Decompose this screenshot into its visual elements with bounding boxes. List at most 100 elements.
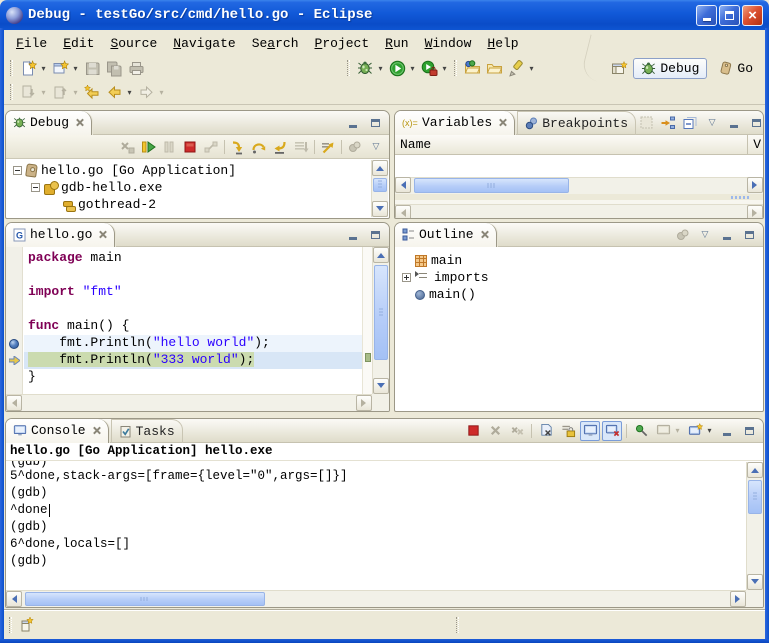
pin-console-button[interactable] — [631, 421, 651, 441]
debug-options-icon[interactable] — [345, 137, 365, 157]
perspective-go-button[interactable]: Go — [710, 58, 761, 79]
tab-close-icon[interactable] — [75, 118, 84, 127]
show-logical-structure-button[interactable] — [658, 113, 678, 133]
debug-button[interactable] — [354, 57, 376, 79]
code-line[interactable]: func main() { — [24, 318, 362, 335]
toolbar-grip[interactable] — [10, 60, 13, 76]
toolbar-grip[interactable] — [454, 60, 457, 76]
open-file-button[interactable] — [483, 57, 505, 79]
previous-annotation-button[interactable] — [49, 81, 71, 103]
tab-console[interactable]: Console — [6, 419, 109, 443]
tab-breakpoints[interactable]: Breakpoints — [517, 111, 636, 135]
outline-item[interactable]: main — [396, 252, 762, 269]
terminate-button[interactable] — [180, 137, 200, 157]
step-return-button[interactable] — [270, 137, 290, 157]
variables-hscrollbar[interactable] — [395, 177, 763, 194]
save-all-button[interactable] — [103, 57, 125, 79]
tab-close-icon[interactable] — [480, 230, 489, 239]
forward-button[interactable] — [135, 81, 157, 103]
editor-ruler[interactable] — [6, 247, 23, 394]
view-menu-icon[interactable]: ▽ — [695, 225, 715, 245]
back-button[interactable] — [103, 81, 125, 103]
view-minimize-button[interactable] — [717, 421, 737, 441]
debug-tree-item[interactable] — [7, 213, 371, 217]
remove-launch-button[interactable] — [485, 421, 505, 441]
menu-item-help[interactable]: Help — [479, 33, 526, 54]
view-menu-icon[interactable]: ▽ — [702, 113, 722, 133]
editor-code[interactable]: package mainimport "fmt"func main() { fm… — [24, 247, 362, 394]
view-maximize-button[interactable] — [739, 225, 759, 245]
next-annotation-button[interactable] — [17, 81, 39, 103]
tab-close-icon[interactable] — [92, 426, 101, 435]
menu-item-source[interactable]: Source — [102, 33, 165, 54]
view-minimize-button[interactable] — [343, 225, 363, 245]
open-go-file-button[interactable] — [461, 57, 483, 79]
debug-tree-item[interactable]: gothread-2 — [7, 196, 371, 213]
expander-icon[interactable] — [31, 183, 40, 192]
new-wizard-button[interactable] — [49, 57, 71, 79]
debug-tree-item[interactable]: gdb-hello.exe — [7, 179, 371, 196]
outline-item[interactable]: main() — [396, 286, 762, 303]
code-line[interactable] — [24, 301, 362, 318]
tab-close-icon[interactable] — [98, 230, 107, 239]
instruction-pointer-marker[interactable] — [6, 352, 22, 369]
menu-item-run[interactable]: Run — [377, 33, 416, 54]
code-line[interactable]: fmt.Println("333 world"); — [24, 352, 362, 369]
view-maximize-button[interactable] — [365, 113, 385, 133]
tab-outline[interactable]: Outline — [395, 223, 497, 247]
open-perspective-button[interactable] — [608, 57, 630, 79]
scroll-lock-button[interactable] — [558, 421, 578, 441]
external-tools-button[interactable] — [418, 57, 440, 79]
tab-close-icon[interactable] — [498, 118, 507, 127]
clear-console-button[interactable] — [536, 421, 556, 441]
tab-tasks[interactable]: Tasks — [111, 419, 183, 443]
save-button[interactable] — [81, 57, 103, 79]
close-button[interactable]: × — [742, 5, 763, 26]
run-button[interactable] — [386, 57, 408, 79]
drop-to-frame-button[interactable] — [291, 137, 311, 157]
minimize-button[interactable] — [696, 5, 717, 26]
toolbar-grip[interactable] — [10, 84, 13, 100]
back-dropdown-icon[interactable]: ▾ — [125, 88, 134, 97]
column-name[interactable]: Name — [400, 137, 431, 152]
print-button[interactable] — [125, 57, 147, 79]
suspend-button[interactable] — [159, 137, 179, 157]
console-hscrollbar[interactable] — [6, 590, 746, 607]
highlighter-dropdown-icon[interactable]: ▾ — [527, 64, 536, 73]
expander-icon[interactable] — [402, 273, 411, 282]
perspective-debug-button[interactable]: Debug — [633, 58, 707, 79]
code-line[interactable]: package main — [24, 250, 362, 267]
menu-item-window[interactable]: Window — [417, 33, 480, 54]
step-into-button[interactable] — [228, 137, 248, 157]
view-minimize-button[interactable] — [717, 225, 737, 245]
column-value[interactable]: V — [747, 135, 763, 154]
use-step-filters-button[interactable] — [318, 137, 338, 157]
tab-hello-go[interactable]: G hello.go — [6, 223, 115, 247]
disconnect-button[interactable] — [201, 137, 221, 157]
view-maximize-button[interactable] — [739, 421, 759, 441]
variables-column-header[interactable]: Name V — [395, 135, 763, 155]
last-edit-location-button[interactable] — [81, 81, 103, 103]
remove-all-terminated-button[interactable] — [117, 137, 137, 157]
fast-view-button[interactable] — [17, 615, 37, 635]
console-output[interactable]: (gdb)5^done,stack-args=[frame={level="0"… — [6, 461, 746, 590]
resume-button[interactable] — [138, 137, 158, 157]
step-over-button[interactable] — [249, 137, 269, 157]
outline-item[interactable]: imports — [396, 269, 762, 286]
breakpoint-marker[interactable] — [6, 335, 22, 352]
variables-detail-pane[interactable] — [395, 200, 763, 219]
console-vscrollbar[interactable] — [746, 462, 763, 590]
tab-variables[interactable]: (x)= Variables — [395, 111, 515, 135]
debug-tree-scrollbar[interactable] — [371, 160, 388, 217]
remove-all-terminated-launches-button[interactable] — [507, 421, 527, 441]
editor-hscrollbar[interactable] — [6, 394, 372, 411]
editor-vscrollbar[interactable] — [372, 247, 389, 394]
collapse-all-button[interactable] — [680, 113, 700, 133]
debug-dropdown-icon[interactable]: ▾ — [376, 64, 385, 73]
highlighter-button[interactable] — [505, 57, 527, 79]
show-stdout-toggle[interactable] — [580, 421, 600, 441]
view-maximize-button[interactable] — [365, 225, 385, 245]
outline-tree[interactable]: mainimportsmain() — [396, 248, 762, 410]
code-line[interactable]: fmt.Println("hello world"); — [24, 335, 362, 352]
menu-item-navigate[interactable]: Navigate — [165, 33, 243, 54]
